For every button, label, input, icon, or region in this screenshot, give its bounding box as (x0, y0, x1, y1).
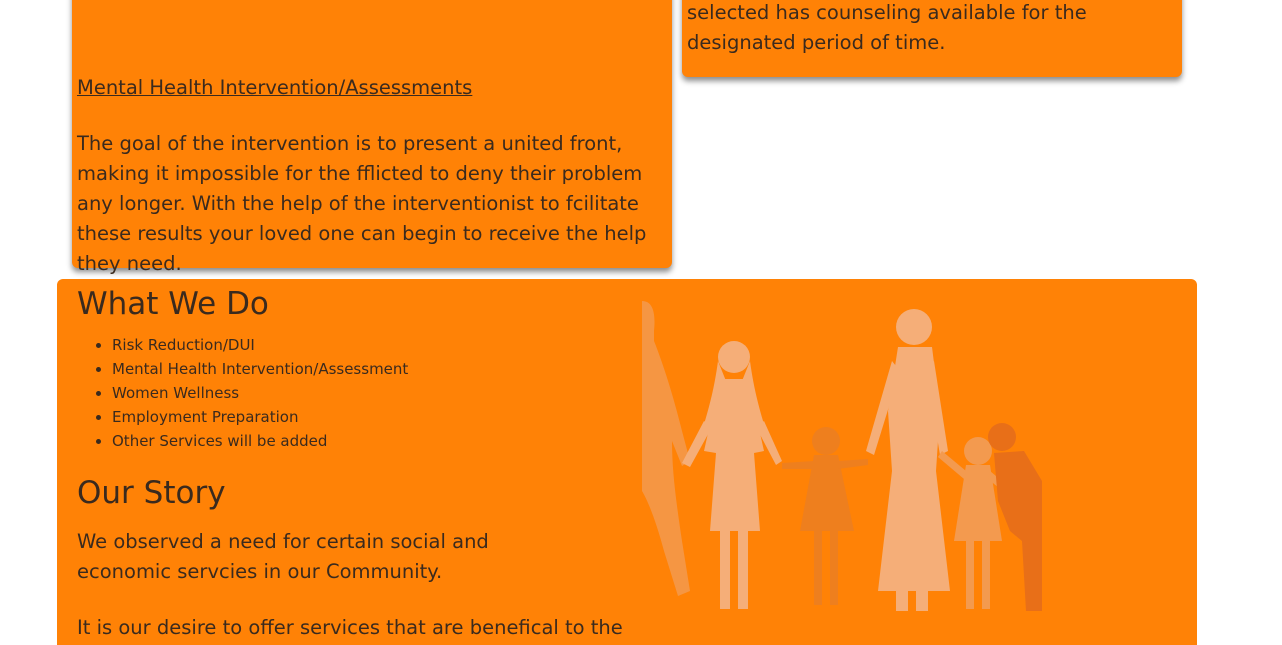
what-we-do-title: What We Do (77, 286, 269, 322)
counseling-description: selected has counseling available for th… (687, 1, 1087, 54)
service-item: Mental Health Intervention/Assessment (112, 357, 408, 381)
page: Mental Health Intervention/Assessments T… (0, 0, 1282, 645)
service-item: Risk Reduction/DUI (112, 333, 408, 357)
our-story-paragraph: It is our desire to offer services that … (77, 616, 623, 639)
what-we-do-section: What We Do Risk Reduction/DUI Mental Hea… (57, 279, 1197, 645)
counseling-card: selected has counseling available for th… (682, 0, 1182, 77)
service-item: Other Services will be added (112, 429, 408, 453)
intervention-card: Mental Health Intervention/Assessments T… (72, 0, 672, 275)
service-item: Women Wellness (112, 381, 408, 405)
family-silhouette-image (642, 301, 1042, 611)
intervention-description: The goal of the intervention is to prese… (77, 132, 647, 275)
intervention-title[interactable]: Mental Health Intervention/Assessments (77, 75, 472, 101)
service-item: Employment Preparation (112, 405, 408, 429)
services-list: Risk Reduction/DUI Mental Health Interve… (92, 333, 408, 453)
our-story-title: Our Story (77, 475, 226, 511)
our-story-paragraph: We observed a need for certain social an… (77, 530, 489, 583)
